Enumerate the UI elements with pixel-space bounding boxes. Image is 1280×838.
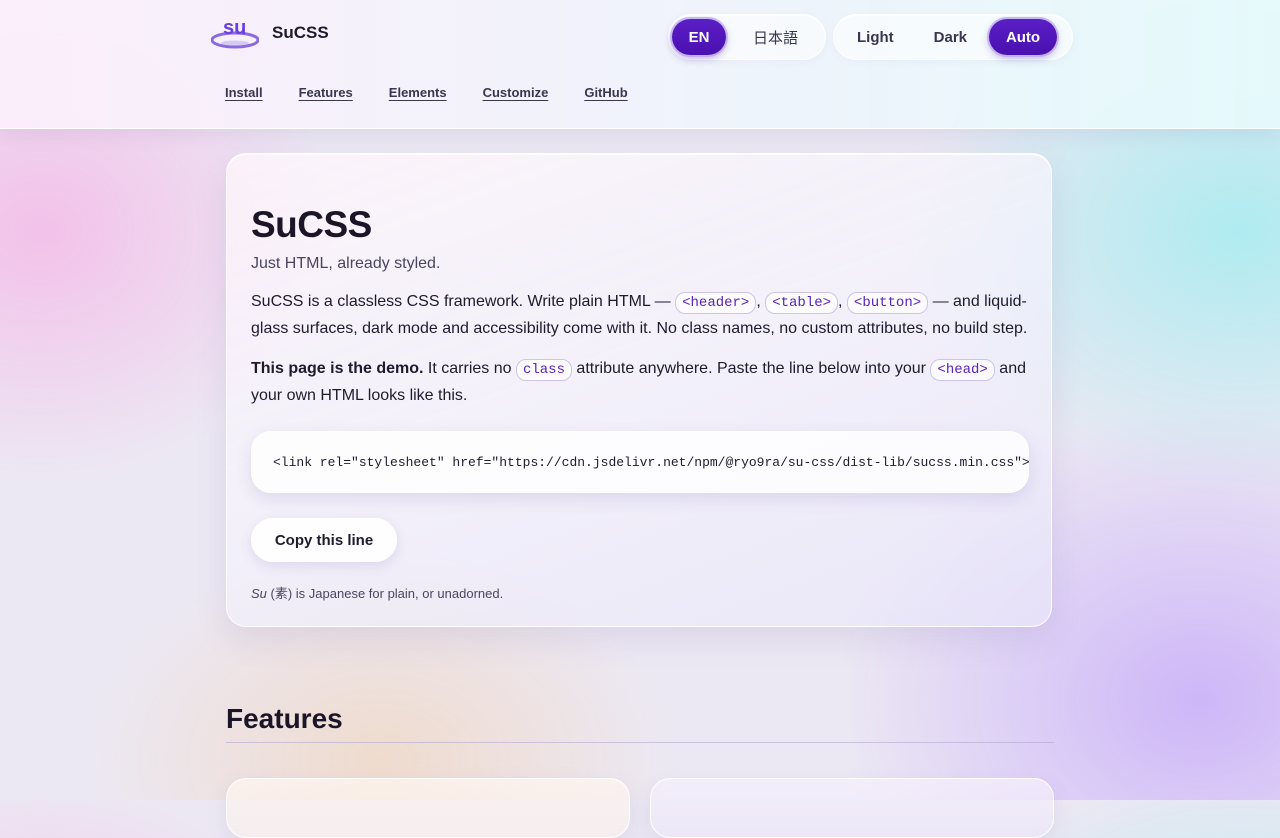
footnote-text: (素) is Japanese for plain, or unadorned. <box>266 586 504 601</box>
code-button-tag: <button> <box>846 292 929 314</box>
theme-dark-button[interactable]: Dark <box>914 19 987 55</box>
nav-link-install[interactable]: Install <box>225 85 263 100</box>
features-heading: Features <box>226 703 343 734</box>
nav-link-github[interactable]: GitHub <box>584 85 627 100</box>
intro-text: SuCSS is a classless CSS framework. Writ… <box>251 293 676 310</box>
theme-switcher: Light Dark Auto <box>833 14 1073 60</box>
feature-card <box>226 778 630 838</box>
install-snippet-code[interactable]: <link rel="stylesheet" href="https://cdn… <box>273 455 1030 470</box>
logo-text: su <box>223 17 246 39</box>
separator: , <box>756 293 766 310</box>
page-title: SuCSS <box>251 204 372 245</box>
feature-card <box>650 778 1054 838</box>
code-header-tag: <header> <box>675 292 757 314</box>
demo-text: It carries no <box>423 360 516 377</box>
code-head-tag: <head> <box>930 359 995 381</box>
tagline: Just HTML, already styled. <box>251 255 441 272</box>
demo-strong: This page is the demo. <box>251 360 424 377</box>
brand-name: SuCSS <box>272 23 329 42</box>
nav-link-customize[interactable]: Customize <box>483 85 549 100</box>
brand[interactable]: su SuCSS <box>211 16 329 50</box>
install-snippet[interactable]: <link rel="stylesheet" href="https://cdn… <box>251 431 1030 493</box>
language-en-button[interactable]: EN <box>672 19 726 55</box>
su-logo-icon: su <box>211 16 259 50</box>
nav-link-elements[interactable]: Elements <box>389 85 447 100</box>
separator: , <box>838 293 847 310</box>
footnote-term: Su <box>251 586 267 601</box>
intro-paragraph: SuCSS is a classless CSS framework. Writ… <box>251 289 1041 342</box>
main-nav: Install Features Elements Customize GitH… <box>225 85 664 100</box>
theme-auto-button[interactable]: Auto <box>989 19 1058 55</box>
hero-card: SuCSS Just HTML, already styled. SuCSS i… <box>226 153 1052 627</box>
features-divider <box>226 742 1054 743</box>
nav-link-features[interactable]: Features <box>299 85 353 100</box>
theme-light-button[interactable]: Light <box>837 19 914 55</box>
language-switcher: EN 日本語 <box>668 14 826 60</box>
language-ja-button[interactable]: 日本語 <box>737 19 814 55</box>
copy-line-button[interactable]: Copy this line <box>251 518 397 562</box>
code-class-attr: class <box>515 359 572 381</box>
footnote: Su (素) is Japanese for plain, or unadorn… <box>251 583 503 602</box>
demo-paragraph: This page is the demo. It carries no cla… <box>251 356 1041 409</box>
demo-text: attribute anywhere. Paste the line below… <box>571 360 931 377</box>
site-header: su SuCSS EN 日本語 Light Dark Auto Install … <box>0 0 1280 129</box>
code-table-tag: <table> <box>765 292 839 314</box>
